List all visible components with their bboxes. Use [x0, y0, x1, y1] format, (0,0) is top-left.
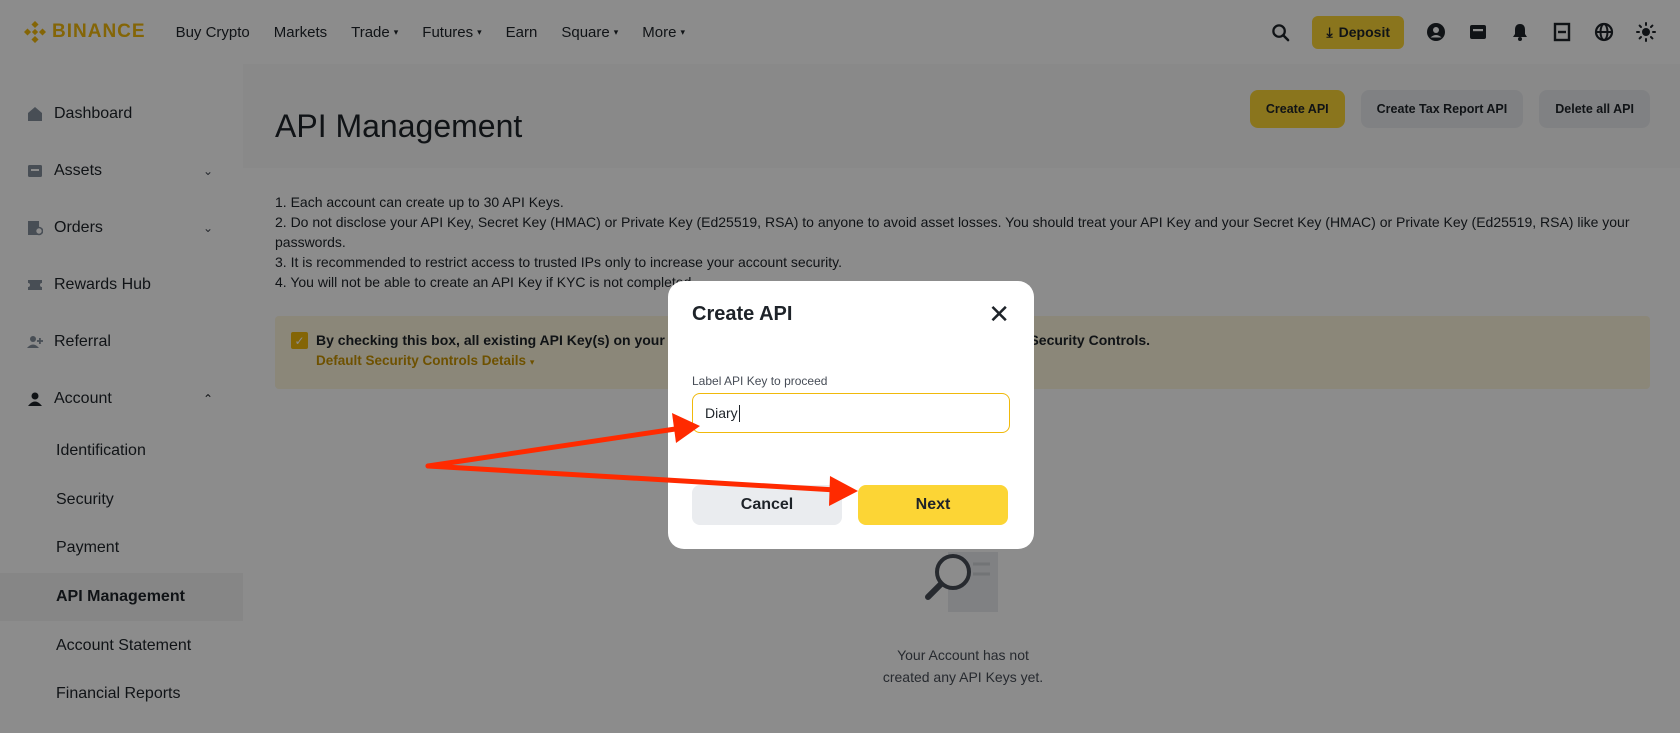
- close-icon[interactable]: ✕: [988, 301, 1010, 327]
- next-button[interactable]: Next: [858, 485, 1008, 525]
- modal-actions: Cancel Next: [692, 485, 1008, 525]
- api-label-input[interactable]: Diary: [692, 393, 1010, 433]
- cancel-button[interactable]: Cancel: [692, 485, 842, 525]
- text-cursor: [738, 404, 740, 422]
- modal-title: Create API: [692, 303, 793, 325]
- api-label-field-label: Label API Key to proceed: [692, 374, 828, 388]
- create-api-modal: Create API ✕ Label API Key to proceed Di…: [668, 281, 1034, 549]
- api-label-input-value: Diary: [705, 405, 738, 421]
